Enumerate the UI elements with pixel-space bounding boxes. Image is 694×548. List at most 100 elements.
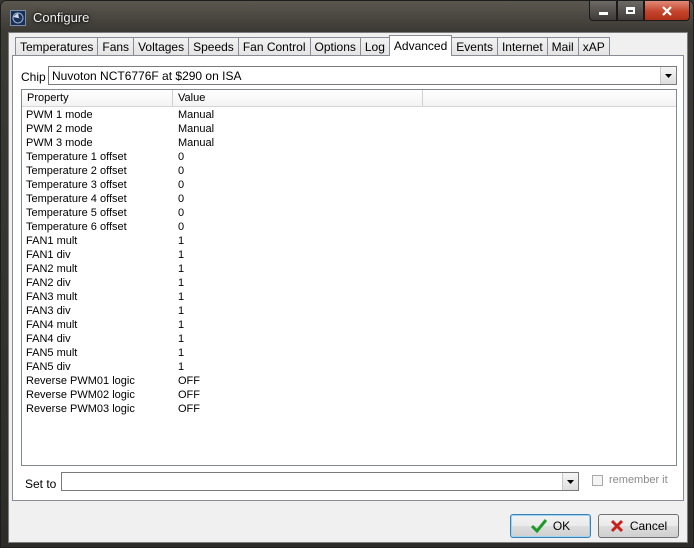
value-cell: 1 [178, 277, 185, 289]
property-cell: Temperature 3 offset [26, 179, 127, 191]
table-row[interactable]: FAN5 div 1 [22, 360, 676, 374]
table-row[interactable]: Temperature 2 offset 0 [22, 164, 676, 178]
set-to-dropdown-button[interactable] [562, 473, 578, 490]
tab-log[interactable]: Log [359, 37, 389, 56]
table-row[interactable]: Temperature 3 offset 0 [22, 178, 676, 192]
tab-fans[interactable]: Fans [97, 37, 134, 56]
table-row[interactable]: FAN1 div 1 [22, 248, 676, 262]
maximize-button[interactable] [617, 1, 644, 21]
property-cell: Temperature 2 offset [26, 165, 127, 177]
table-row[interactable]: Temperature 6 offset 0 [22, 220, 676, 234]
table-row[interactable]: FAN4 div 1 [22, 332, 676, 346]
table-row[interactable]: Reverse PWM02 logic OFF [22, 388, 676, 402]
tab-temperatures[interactable]: Temperatures [15, 37, 98, 56]
value-cell: Manual [178, 109, 215, 121]
property-cell: Reverse PWM03 logic [26, 403, 135, 415]
column-header-property[interactable]: Property [22, 90, 173, 106]
table-row[interactable]: FAN5 mult 1 [22, 346, 676, 360]
property-cell: PWM 3 mode [26, 137, 93, 149]
column-header-value[interactable]: Value [173, 90, 423, 106]
property-cell: FAN1 div [26, 249, 71, 261]
check-icon [530, 519, 547, 533]
checkbox-box[interactable] [592, 474, 603, 486]
property-cell: FAN5 mult [26, 347, 78, 359]
property-cell: FAN4 mult [26, 319, 78, 331]
list-header: Property Value [22, 90, 676, 107]
chip-dropdown-button[interactable] [660, 67, 676, 84]
table-row[interactable]: FAN1 mult 1 [22, 234, 676, 248]
value-cell: 0 [178, 193, 185, 205]
table-row[interactable]: PWM 3 mode Manual [22, 136, 676, 150]
table-row[interactable]: Reverse PWM01 logic OFF [22, 374, 676, 388]
value-cell: 1 [178, 347, 185, 359]
close-button[interactable] [644, 1, 690, 21]
property-cell: Reverse PWM02 logic [26, 389, 135, 401]
dialog-client: Temperatures Fans Voltages Speeds Fan Contro… [8, 32, 688, 543]
table-row[interactable]: Reverse PWM03 logic OFF [22, 402, 676, 416]
property-cell: FAN5 div [26, 361, 71, 373]
table-row[interactable]: PWM 1 mode Manual [22, 108, 676, 122]
chevron-down-icon [665, 73, 672, 78]
set-to-select[interactable] [61, 472, 579, 491]
chip-select[interactable]: Nuvoton NCT6776F at $290 on ISA [48, 66, 677, 85]
property-cell: FAN4 div [26, 333, 71, 345]
value-cell: 1 [178, 333, 185, 345]
value-cell: 1 [178, 305, 185, 317]
property-cell: Temperature 4 offset [26, 193, 127, 205]
table-row[interactable]: PWM 2 mode Manual [22, 122, 676, 136]
property-cell: FAN1 mult [26, 235, 78, 247]
tab-xap[interactable]: xAP [577, 37, 610, 56]
value-cell: OFF [178, 389, 200, 401]
value-cell: 1 [178, 235, 185, 247]
property-cell: FAN3 mult [26, 291, 78, 303]
value-cell: 0 [178, 165, 185, 177]
tab-options[interactable]: Options [309, 37, 360, 56]
table-row[interactable]: Temperature 1 offset 0 [22, 150, 676, 164]
property-cell: Temperature 5 offset [26, 207, 127, 219]
set-to-label: Set to [25, 477, 57, 491]
ok-button[interactable]: OK [510, 514, 591, 538]
table-row[interactable]: FAN4 mult 1 [22, 318, 676, 332]
value-cell: 0 [178, 207, 185, 219]
tab-advanced[interactable]: Advanced [388, 35, 453, 56]
minimize-icon [598, 12, 608, 15]
property-cell: Temperature 1 offset [26, 151, 127, 163]
tab-internet[interactable]: Internet [496, 37, 547, 56]
table-row[interactable]: FAN3 mult 1 [22, 290, 676, 304]
table-row[interactable]: FAN3 div 1 [22, 304, 676, 318]
maximize-icon [626, 7, 635, 14]
property-list[interactable]: Property Value PWM 1 mode Manual PWM 2 mod… [21, 89, 677, 466]
value-cell: 1 [178, 291, 185, 303]
table-row[interactable]: FAN2 mult 1 [22, 262, 676, 276]
configure-window: Configure Temperatures Fans Voltages Speeds… [0, 0, 694, 548]
window-title: Configure [33, 10, 90, 25]
tab-events[interactable]: Events [452, 37, 497, 56]
tab-mail[interactable]: Mail [546, 37, 578, 56]
table-row[interactable]: Temperature 5 offset 0 [22, 206, 676, 220]
close-icon [662, 5, 672, 16]
tab-fan-control[interactable]: Fan Control [237, 37, 310, 56]
advanced-panel: Chip Nuvoton NCT6776F at $290 on ISA Pro… [12, 55, 684, 501]
minimize-button[interactable] [589, 1, 617, 21]
value-cell: 1 [178, 361, 185, 373]
cancel-button[interactable]: Cancel [598, 514, 679, 538]
tab-speeds[interactable]: Speeds [188, 37, 238, 56]
property-cell: FAN2 mult [26, 263, 78, 275]
value-cell: 1 [178, 319, 185, 331]
value-cell: OFF [178, 375, 200, 387]
remember-it-label: remember it [609, 474, 668, 486]
title-bar[interactable]: Configure [1, 1, 693, 33]
app-icon[interactable] [10, 10, 26, 26]
table-row[interactable]: Temperature 4 offset 0 [22, 192, 676, 206]
value-cell: 1 [178, 249, 185, 261]
value-cell: 0 [178, 151, 185, 163]
property-cell: FAN3 div [26, 305, 71, 317]
table-row[interactable]: FAN2 div 1 [22, 276, 676, 290]
tab-voltages[interactable]: Voltages [133, 37, 189, 56]
remember-it-checkbox[interactable]: remember it [592, 474, 668, 486]
list-rows: PWM 1 mode Manual PWM 2 mode Manual PWM 3 mo… [22, 108, 676, 416]
chevron-down-icon [567, 479, 574, 484]
property-cell: PWM 1 mode [26, 109, 93, 121]
x-icon [610, 519, 623, 533]
value-cell: OFF [178, 403, 200, 415]
